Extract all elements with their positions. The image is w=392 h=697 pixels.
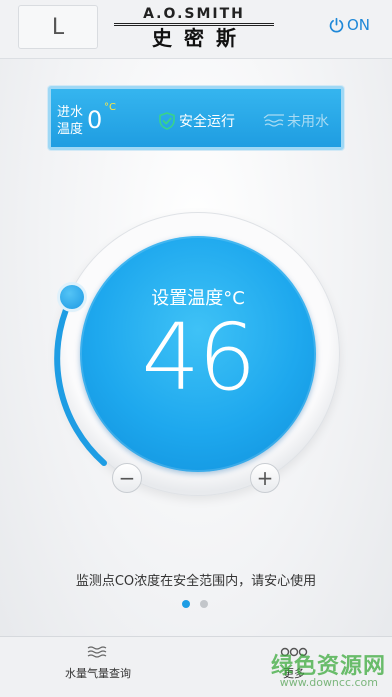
status-panel: 进水 温度 0 °C 安全运行 未用水 — [48, 86, 344, 150]
watermark-url: www.downcc.com — [279, 676, 378, 689]
header-bar: L A.O.SMITH 史密斯 ON — [0, 0, 392, 59]
inlet-temp-value: 0 — [87, 106, 103, 134]
brand-name-zh: 史密斯 — [152, 26, 248, 50]
inlet-temp-label: 进水 温度 — [57, 104, 83, 138]
tab-usage-query[interactable]: 水量气量查询 — [38, 645, 158, 681]
page-dot-1[interactable] — [182, 600, 190, 608]
co-notice: 监测点CO浓度在安全范围内，请安心使用 — [75, 574, 317, 589]
inlet-temp-unit: °C — [104, 102, 116, 113]
water-gas-icon — [87, 646, 107, 658]
water-wave-icon — [263, 114, 284, 127]
power-label: ON — [346, 16, 370, 34]
set-temperature-value: 46 — [141, 304, 256, 411]
shield-check-icon — [159, 112, 175, 130]
decrease-temp-button[interactable]: − — [112, 463, 142, 493]
power-icon — [329, 17, 344, 32]
temperature-dial[interactable]: 设置温度°C 46 — [80, 236, 316, 472]
increase-temp-button[interactable]: + — [250, 463, 280, 493]
temperature-slider-knob[interactable] — [60, 285, 84, 309]
tab-usage-query-label: 水量气量查询 — [65, 667, 131, 680]
page-indicator — [182, 600, 208, 608]
mode-button[interactable]: L — [18, 5, 98, 49]
safe-status-label: 安全运行 — [179, 114, 235, 130]
safe-status: 安全运行 — [159, 111, 235, 131]
power-button[interactable]: ON — [328, 16, 370, 34]
page-dot-2[interactable] — [200, 600, 208, 608]
water-status-label: 未用水 — [287, 114, 329, 130]
inlet-temp-label-line2: 温度 — [57, 122, 84, 137]
water-status: 未用水 — [263, 111, 329, 131]
brand-name-en: A.O.SMITH — [114, 6, 274, 26]
inlet-temp-label-line1: 进水 — [57, 105, 84, 120]
brand-logo: A.O.SMITH 史密斯 — [114, 6, 274, 50]
